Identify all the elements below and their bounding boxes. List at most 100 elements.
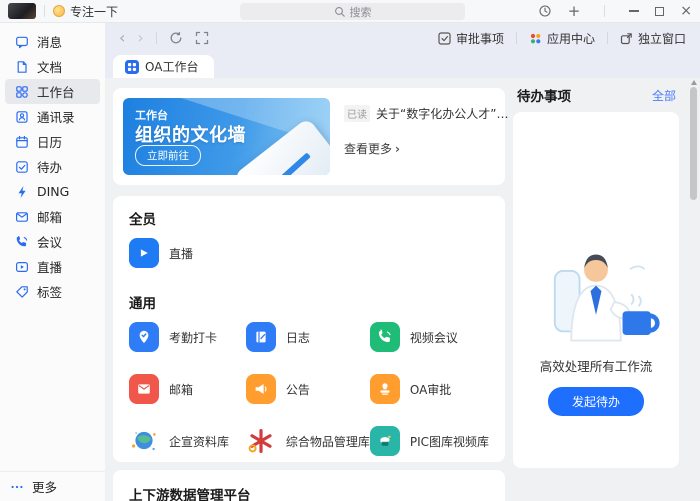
section-title-general: 通用 [129,292,489,312]
close-icon[interactable]: × [680,4,692,18]
worker-illustration [526,238,666,346]
sidebar-item-tags[interactable]: 标签 [5,279,100,304]
banner-title: 组织的文化墙 [135,121,246,147]
sidebar-label: 消息 [37,32,62,51]
document-icon [15,60,29,74]
sidebar-item-workbench[interactable]: 工作台 [5,79,100,104]
view-more-link[interactable]: 查看更多 › [344,140,510,157]
app-window: 专注一下 搜索 + × 消息 [0,0,700,501]
new-window-icon[interactable]: + [568,4,581,19]
sidebar-label: 文档 [37,57,62,76]
workspace-content: 工作台 组织的文化墙 立即前往 已读 关于“数字化办公人才”认... 查看更多 … [105,78,700,501]
app-journal[interactable]: 日志 [246,322,370,352]
calendar-icon [15,135,29,149]
sidebar-item-ding[interactable]: DING [5,179,100,204]
globe-icon [129,426,159,456]
divider [604,5,605,17]
read-badge: 已读 [344,105,370,122]
popout-window-icon [620,32,633,45]
search-input[interactable]: 搜索 [240,3,465,20]
stamp-icon [370,374,400,404]
banner-cta-button[interactable]: 立即前往 [135,145,201,166]
divider [516,32,517,44]
live-icon [15,260,29,274]
user-avatar[interactable] [8,3,36,19]
app-label: 企宣资料库 [169,433,229,450]
sidebar-item-meeting[interactable]: 会议 [5,229,100,254]
app-center-icon [529,32,542,45]
divider [607,32,608,44]
todo-icon [15,160,29,174]
sidebar-label: 通讯录 [37,107,75,126]
app-label: 考勤打卡 [169,329,217,346]
app-announcement[interactable]: 公告 [246,374,370,404]
app-label: PIC图库视频库 [410,433,489,450]
app-attendance[interactable]: 考勤打卡 [129,322,246,352]
scroll-up-arrow-icon[interactable] [691,80,697,85]
app-video-meeting[interactable]: 视频会议 [370,322,489,352]
history-icon[interactable] [538,4,552,18]
sidebar-item-todo[interactable]: 待办 [5,154,100,179]
sidebar-item-docs[interactable]: 文档 [5,54,100,79]
app-center-button[interactable]: 应用中心 [529,30,595,47]
back-icon[interactable]: ‹ [119,30,125,46]
message-icon [15,35,29,49]
browser-toolbar: ‹ › 审批事项 [105,23,700,53]
app-mail[interactable]: 邮箱 [129,374,246,404]
app-live[interactable]: 直播 [129,238,249,268]
announcement-block: 已读 关于“数字化办公人才”认... 查看更多 › [330,98,512,175]
sidebar-item-live[interactable]: 直播 [5,254,100,279]
todo-all-link[interactable]: 全部 [652,87,676,104]
sidebar-label: 邮箱 [37,207,62,226]
section-title-all-staff: 全员 [129,208,489,228]
live-app-icon [129,238,159,268]
todo-empty-caption: 高效处理所有工作流 [540,356,653,375]
section-title-downstream: 上下游数据管理平台 [129,484,489,501]
culture-wall-banner[interactable]: 工作台 组织的文化墙 立即前往 [123,98,330,175]
app-label: 邮箱 [169,381,193,398]
oa-workspace-icon [125,60,139,74]
app-goods-management[interactable]: 综合物品管理库 [246,426,370,456]
sidebar-item-messages[interactable]: 消息 [5,29,100,54]
create-todo-button[interactable]: 发起待办 [548,387,644,416]
sidebar-item-contacts[interactable]: 通讯录 [5,104,100,129]
view-more-label: 查看更多 [344,140,392,157]
sidebar-label: 会议 [37,232,62,251]
approval-items-label: 审批事项 [456,30,504,47]
sidebar-label: 日历 [37,132,62,151]
app-oa-approval[interactable]: OA审批 [370,374,489,404]
app-corp-library[interactable]: 企宣资料库 [129,426,246,456]
minimize-icon[interactable] [629,10,639,11]
sidebar-more-button[interactable]: 更多 [0,471,105,501]
maximize-icon[interactable] [655,7,664,16]
phone-meeting-icon [15,235,29,249]
journal-icon [246,322,276,352]
forward-icon[interactable]: › [137,30,143,46]
todo-empty-card: 高效处理所有工作流 发起待办 [513,112,679,468]
app-center-label: 应用中心 [547,30,595,47]
sidebar-item-calendar[interactable]: 日历 [5,129,100,154]
workspace-main-column: 工作台 组织的文化墙 立即前往 已读 关于“数字化办公人才”认... 查看更多 … [113,88,505,501]
app-label: OA审批 [410,381,451,398]
refresh-icon[interactable] [169,31,183,45]
scrollbar-thumb[interactable] [690,87,697,200]
todo-panel-title: 待办事项 [517,85,571,105]
announcement-title[interactable]: 关于“数字化办公人才”认... [376,105,510,122]
status-text[interactable]: 专注一下 [70,3,118,20]
sidebar-item-mail[interactable]: 邮箱 [5,204,100,229]
contacts-icon [15,110,29,124]
divider [156,32,157,44]
approval-items-button[interactable]: 审批事项 [438,30,504,47]
apps-card: 全员 直播 通用 [113,196,505,462]
chevron-right-icon: › [395,142,400,156]
video-meeting-icon [370,322,400,352]
sidebar-label: 工作台 [37,82,75,101]
vertical-scrollbar[interactable] [689,78,698,501]
fullscreen-icon[interactable] [195,31,209,45]
app-label: 直播 [169,245,193,262]
app-label: 公告 [286,381,310,398]
cloud-gallery-icon [370,426,400,456]
tab-oa-workspace[interactable]: OA工作台 [113,55,214,78]
standalone-window-button[interactable]: 独立窗口 [620,30,686,47]
app-pic-library[interactable]: PIC图库视频库 [370,426,489,456]
